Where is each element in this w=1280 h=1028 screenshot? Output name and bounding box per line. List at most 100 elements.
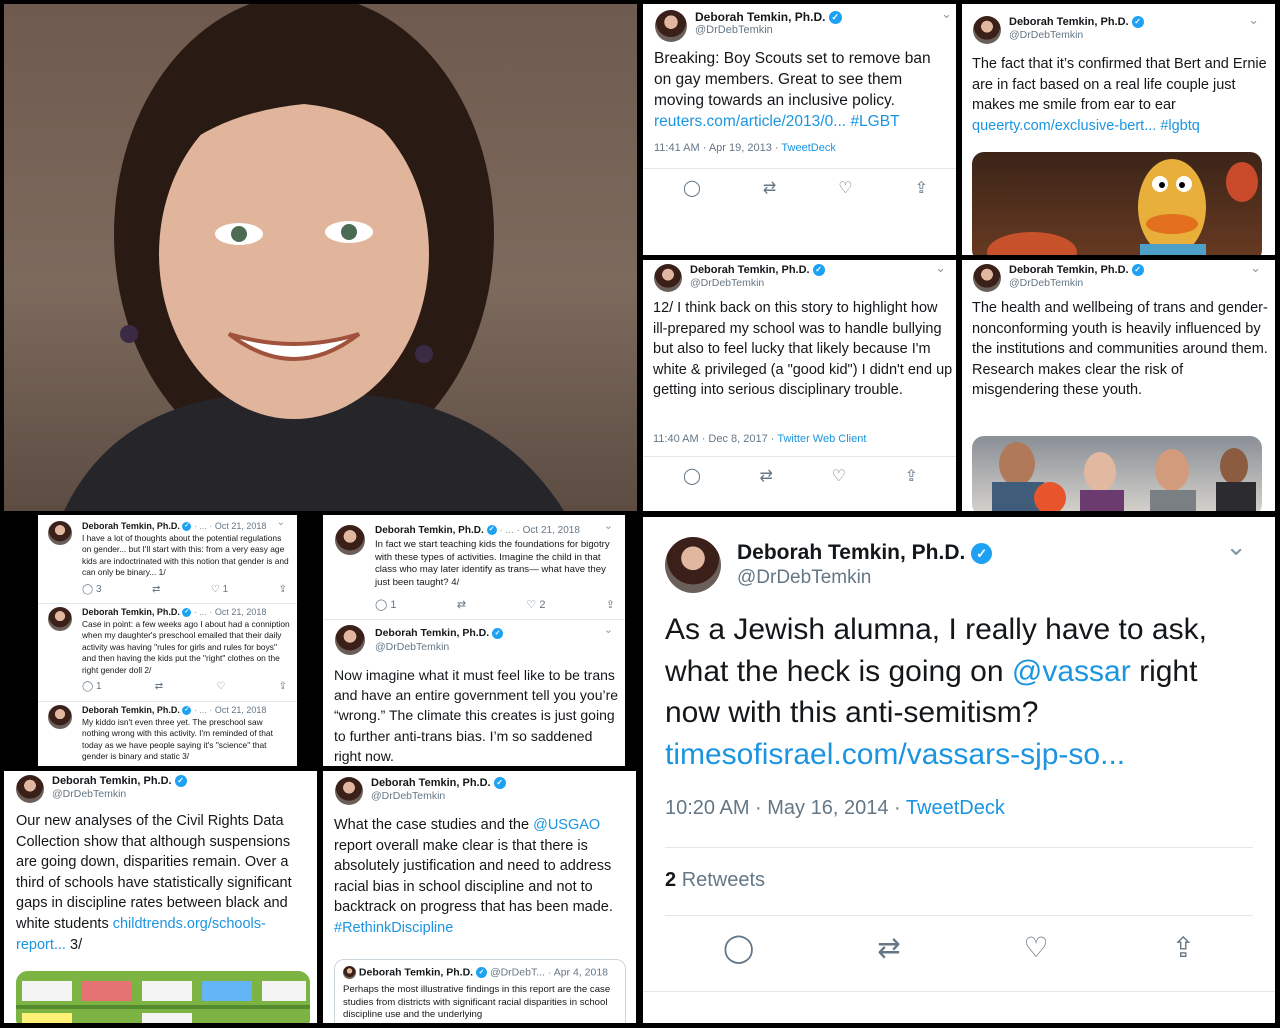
like-button[interactable]: ♡ 1 [211,584,228,595]
chevron-down-icon[interactable]: ⌄ [941,6,952,22]
author-handle[interactable]: @DrDebTemkin [695,24,842,37]
author-handle[interactable]: @DrDebTemkin [1009,277,1144,290]
like-button[interactable]: ♡ 2 [526,598,545,611]
retweet-icon[interactable]: ⇄ [457,598,466,611]
tweet-timestamp[interactable]: 11:41 AM · Apr 19, 2013 · [654,142,779,154]
tweet-link[interactable]: queerty.com/exclusive-bert... [972,118,1156,134]
avatar[interactable] [335,625,365,655]
author-handle[interactable]: @DrDebTemkin [737,566,992,591]
avatar[interactable] [335,525,365,555]
author-name[interactable]: Deborah Temkin, Ph.D. [371,777,491,789]
tweet-source[interactable]: Twitter Web Client [777,433,866,445]
retweet-icon[interactable]: ⇄ [877,931,900,964]
reply-icon[interactable]: ◯ [683,178,701,198]
author-name[interactable]: Deborah Temkin, Ph.D. [695,10,825,24]
share-icon[interactable]: ⇪ [1172,931,1195,964]
chevron-down-icon[interactable]: ⌄ [277,517,285,528]
mention-usgao[interactable]: @USGAO [533,817,600,833]
thread-tweet[interactable]: Deborah Temkin, Ph.D. ✓ · ... · Oct 21, … [38,605,297,701]
retweet-icon[interactable]: ⇄ [760,466,773,486]
chevron-down-icon[interactable]: ⌄ [604,519,613,532]
tweet-media-image[interactable] [972,436,1262,511]
author-name[interactable]: Deborah Temkin, Ph.D. [82,607,180,617]
reply-button[interactable]: ◯ 3 [82,584,102,595]
author-name[interactable]: Deborah Temkin, Ph.D. [82,521,180,531]
like-icon[interactable]: ♡ [216,681,225,692]
tweet-bert-ernie[interactable]: Deborah Temkin, Ph.D. ✓ @DrDebTemkin ⌄ T… [962,4,1275,255]
chevron-down-icon[interactable]: ⌄ [604,623,613,636]
tweet-link[interactable]: timesofisrael.com/vassars-sjp-so... [665,738,1125,771]
author-handle[interactable]: @DrDebTemkin [375,641,503,655]
tweet-media-image[interactable] [972,152,1262,255]
retweet-icon[interactable]: ⇄ [152,584,160,595]
tweet-date[interactable]: Oct 21, 2018 [215,521,267,531]
author-handle[interactable]: @DrDebTemkin [1009,29,1144,42]
quoted-tweet[interactable]: Deborah Temkin, Ph.D. ✓ @DrDebT... · Apr… [334,959,626,1023]
author-name[interactable]: Deborah Temkin, Ph.D. [737,541,965,564]
tweet-crdc[interactable]: Deborah Temkin, Ph.D. ✓ @DrDebTemkin Our… [4,771,317,1023]
tweet-link[interactable]: reuters.com/article/2013/0... [654,113,846,130]
chevron-down-icon[interactable]: ⌄ [1250,260,1261,276]
hashtag[interactable]: #LGBT [850,113,899,130]
tweet-thread-4-imagine[interactable]: Deborah Temkin, Ph.D. ✓ · ... · Oct 21, … [323,515,625,766]
avatar[interactable] [48,521,72,545]
avatar[interactable] [335,777,363,805]
tweet-trans-youth[interactable]: Deborah Temkin, Ph.D. ✓ @DrDebTemkin ⌄ T… [962,260,1275,511]
avatar[interactable] [654,264,682,292]
author-name[interactable]: Deborah Temkin, Ph.D. [52,775,172,787]
share-icon[interactable]: ⇪ [279,584,287,595]
author-name[interactable]: Deborah Temkin, Ph.D. [375,525,484,536]
hashtag[interactable]: #lgbtq [1160,118,1200,134]
share-icon[interactable]: ⇪ [279,681,287,692]
reply-button[interactable]: ◯ 1 [375,598,397,611]
avatar[interactable] [48,705,72,729]
avatar[interactable] [48,607,72,631]
retweet-icon[interactable]: ⇄ [155,681,163,692]
like-icon[interactable]: ♡ [1024,931,1049,964]
tweet-story-12[interactable]: Deborah Temkin, Ph.D. ✓ @DrDebTemkin ⌄ 1… [643,260,956,511]
author-name[interactable]: Deborah Temkin, Ph.D. [690,264,810,276]
avatar[interactable] [973,264,1001,292]
retweet-stats[interactable]: 2 Retweets [665,869,765,892]
avatar[interactable] [973,16,1001,44]
tweet-timestamp[interactable]: 11:40 AM · Dec 8, 2017 · [653,433,774,445]
avatar[interactable] [665,537,721,593]
share-icon[interactable]: ⇪ [606,598,615,611]
avatar[interactable] [16,775,44,803]
tweet-thread-1-3[interactable]: Deborah Temkin, Ph.D. ✓ · ... · Oct 21, … [38,515,297,766]
tweet-media-image[interactable] [16,971,310,1023]
tweet-timestamp[interactable]: 10:20 AM · May 16, 2014 · [665,797,901,819]
reply-icon[interactable]: ◯ [723,931,754,964]
author-name[interactable]: Deborah Temkin, Ph.D. [82,705,180,715]
author-handle[interactable]: @DrDebTemkin [52,788,187,801]
tweet-date[interactable]: Oct 21, 2018 [215,607,267,617]
author-name[interactable]: Deborah Temkin, Ph.D. [375,627,489,639]
author-name[interactable]: Deborah Temkin, Ph.D. [1009,16,1129,28]
tweet-vassar[interactable]: Deborah Temkin, Ph.D. ✓ @DrDebTemkin ⌄ A… [643,517,1275,1023]
thread-tweet[interactable]: Deborah Temkin, Ph.D. ✓ · ... · Oct 21, … [38,703,297,766]
author-handle[interactable]: @DrDebTemkin [371,790,506,803]
tweet-date[interactable]: Oct 21, 2018 [215,705,267,715]
tweet-usgao[interactable]: Deborah Temkin, Ph.D. ✓ @DrDebTemkin Wha… [323,771,636,1023]
chevron-down-icon[interactable]: ⌄ [1225,531,1247,562]
chevron-down-icon[interactable]: ⌄ [935,260,946,276]
author-name[interactable]: Deborah Temkin, Ph.D. [1009,264,1129,276]
retweet-icon[interactable]: ⇄ [763,178,776,198]
share-icon[interactable]: ⇪ [905,466,918,486]
tweet-date[interactable]: Oct 21, 2018 [523,525,580,536]
tweet[interactable]: Deborah Temkin, Ph.D. ✓ @DrDebTemkin ⌄ N… [323,623,625,766]
hashtag[interactable]: #RethinkDiscipline [334,920,453,936]
chevron-down-icon[interactable]: ⌄ [1248,12,1259,28]
tweet-boy-scouts[interactable]: Deborah Temkin, Ph.D. ✓ @DrDebTemkin ⌄ B… [643,4,956,255]
like-icon[interactable]: ♡ [832,466,846,486]
thread-tweet[interactable]: Deborah Temkin, Ph.D. ✓ · ... · Oct 21, … [323,515,625,615]
thread-tweet[interactable]: Deborah Temkin, Ph.D. ✓ · ... · Oct 21, … [38,515,297,603]
reply-button[interactable]: ◯ 1 [82,681,102,692]
tweet-source[interactable]: TweetDeck [781,142,835,154]
author-handle[interactable]: @DrDebTemkin [690,277,825,290]
mention-vassar[interactable]: @vassar [1012,655,1131,688]
reply-icon[interactable]: ◯ [683,466,701,486]
share-icon[interactable]: ⇪ [915,178,928,198]
avatar[interactable] [655,10,687,42]
like-icon[interactable]: ♡ [838,178,852,198]
